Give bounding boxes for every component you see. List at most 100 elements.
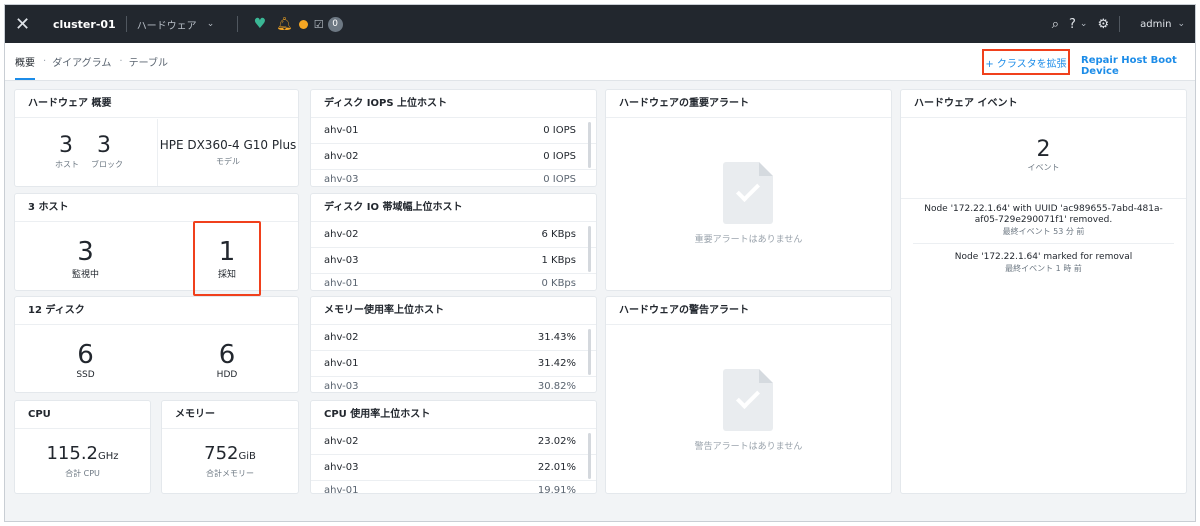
row-value: 0 IOPS: [543, 125, 576, 136]
event-text: Node '172.22.1.64' marked for removal: [954, 252, 1133, 262]
model-name: HPE DX360-4 G10 Plus: [159, 138, 297, 152]
table-row[interactable]: ahv-02 31.43%: [311, 325, 596, 351]
hardware-events-card: ハードウェア イベント 2 イベント Node '172.22.1.64' wi…: [901, 90, 1186, 493]
card-title: メモリー使用率上位ホスト: [311, 297, 596, 325]
memory-label: 合計メモリー: [206, 469, 254, 478]
host-name: ahv-03: [324, 462, 359, 473]
row-value: 6 KBps: [541, 229, 576, 240]
highlight-box: [193, 221, 261, 296]
cpu-label: 合計 CPU: [65, 469, 100, 478]
alert-status-dot[interactable]: [298, 19, 308, 29]
chevron-down-icon[interactable]: ⌄: [1177, 19, 1185, 29]
card-title: CPU 使用率上位ホスト: [311, 401, 596, 429]
chevron-down-icon[interactable]: ⌄: [207, 19, 227, 29]
blocks-label: ブロック: [91, 160, 123, 169]
gear-icon[interactable]: ⚙: [1097, 17, 1109, 32]
top-header: ✕ cluster-01 ハードウェア ⌄ ♥ 🔔︎ ☑ 0 ⌕ ? ⌄ ⚙ a…: [5, 5, 1195, 43]
list-item[interactable]: Node '172.22.1.64' with UUID 'ac989655-7…: [913, 204, 1174, 244]
card-title: ハードウェアの警告アラート: [606, 297, 891, 325]
ssd-label: SSD: [76, 370, 95, 380]
table-row[interactable]: ahv-03 30.82%: [311, 377, 596, 391]
row-value: 30.82%: [537, 381, 576, 391]
warning-alerts-card: ハードウェアの警告アラート 警告アラートはありません: [606, 297, 891, 493]
table-row[interactable]: ahv-01 19.91%: [311, 481, 596, 493]
event-count-section: 2 イベント: [901, 119, 1186, 199]
alert-bell-icon[interactable]: 🔔︎: [276, 17, 293, 32]
critical-alerts-card: ハードウェアの重要アラート 重要アラートはありません: [606, 90, 891, 290]
host-name: ahv-03: [324, 255, 359, 266]
table-row[interactable]: ahv-02 0 IOPS: [311, 144, 596, 170]
user-menu[interactable]: admin: [1140, 19, 1171, 30]
tab-diagram[interactable]: ダイアグラム: [52, 54, 111, 69]
card-title: ハードウェアの重要アラート: [606, 90, 891, 118]
host-name: ahv-01: [324, 358, 359, 369]
card-title: ハードウェア 概要: [15, 90, 298, 118]
tab-overview[interactable]: 概要: [15, 54, 35, 80]
cpu-card: CPU 115.2GHz 合計 CPU: [15, 401, 150, 493]
model-label: モデル: [216, 157, 240, 166]
repair-host-boot-device-link[interactable]: Repair Host Boot Device: [1081, 55, 1195, 77]
event-count[interactable]: 2: [901, 137, 1186, 162]
card-title: CPU: [15, 401, 150, 429]
blocks-count: 3: [97, 133, 111, 158]
table-row[interactable]: ahv-01 0 KBps: [311, 274, 596, 288]
card-title: 3 ホスト: [15, 194, 298, 222]
tasks-icon[interactable]: ☑: [314, 18, 324, 31]
event-time: 最終イベント 53 分 前: [1002, 227, 1085, 236]
scrollbar[interactable]: [588, 226, 591, 272]
empty-state-text: 重要アラートはありません: [694, 235, 803, 245]
memory-unit: GiB: [238, 451, 256, 462]
row-value: 22.01%: [537, 462, 576, 473]
host-name: ahv-03: [324, 174, 359, 184]
table-row[interactable]: ahv-03 0 IOPS: [311, 170, 596, 184]
table-row[interactable]: ahv-03 22.01%: [311, 455, 596, 481]
table-row[interactable]: ahv-02 6 KBps: [311, 222, 596, 248]
scrollbar[interactable]: [588, 329, 591, 375]
table-row[interactable]: ahv-01 0 IOPS: [311, 118, 596, 144]
tab-separator: ·: [119, 56, 123, 67]
hosts-label: ホスト: [55, 160, 79, 169]
memory-card: メモリー 752GiB 合計メモリー: [162, 401, 298, 493]
monitoring-count: 3: [77, 237, 94, 267]
expand-cluster-button[interactable]: + クラスタを拡張: [982, 49, 1070, 75]
divider: [125, 16, 127, 32]
event-count-label: イベント: [1027, 163, 1060, 172]
section-selector[interactable]: ハードウェア: [137, 17, 207, 32]
host-name: ahv-02: [324, 229, 359, 240]
monitoring-label: 監視中: [71, 270, 99, 280]
help-icon[interactable]: ?: [1069, 17, 1076, 32]
divider: [236, 16, 238, 32]
empty-document-icon: [723, 369, 773, 431]
memory-value: 752: [204, 443, 239, 464]
task-count-badge[interactable]: 0: [327, 16, 343, 32]
table-row[interactable]: ahv-01 31.42%: [311, 351, 596, 377]
table-row[interactable]: ahv-03 1 KBps: [311, 248, 596, 274]
event-time: 最終イベント 1 時 前: [1005, 264, 1082, 273]
cpu-value: 115.2: [46, 443, 98, 464]
host-name: ahv-01: [324, 125, 359, 136]
card-title: ディスク IO 帯域幅上位ホスト: [311, 194, 596, 222]
hosts-count: 3: [59, 133, 73, 158]
chevron-down-icon[interactable]: ⌄: [1080, 19, 1088, 29]
hdd-count: 6: [218, 340, 236, 370]
tab-table[interactable]: テーブル: [129, 54, 168, 69]
table-row[interactable]: ahv-02 23.02%: [311, 429, 596, 455]
scrollbar[interactable]: [588, 122, 591, 168]
health-heart-icon[interactable]: ♥: [254, 16, 267, 32]
cluster-name[interactable]: cluster-01: [53, 18, 116, 31]
scrollbar[interactable]: [588, 433, 591, 479]
monitoring-stat: 3 監視中: [15, 223, 156, 280]
search-icon[interactable]: ⌕: [1052, 17, 1059, 32]
host-name: ahv-02: [324, 332, 359, 343]
ssd-count: 6: [77, 340, 94, 370]
host-name: ahv-02: [324, 436, 359, 447]
nutanix-logo-icon[interactable]: ✕: [15, 14, 43, 35]
row-value: 0 IOPS: [543, 174, 576, 184]
memory-total: 752GiB: [162, 443, 298, 464]
row-value: 1 KBps: [541, 255, 576, 266]
event-text: Node '172.22.1.64' with UUID 'ac989655-7…: [924, 204, 1163, 225]
tab-separator: ·: [43, 56, 47, 67]
row-value: 23.02%: [537, 436, 576, 447]
card-title: ディスク IOPS 上位ホスト: [311, 90, 596, 118]
list-item[interactable]: Node '172.22.1.64' marked for removal 最終…: [913, 252, 1174, 274]
